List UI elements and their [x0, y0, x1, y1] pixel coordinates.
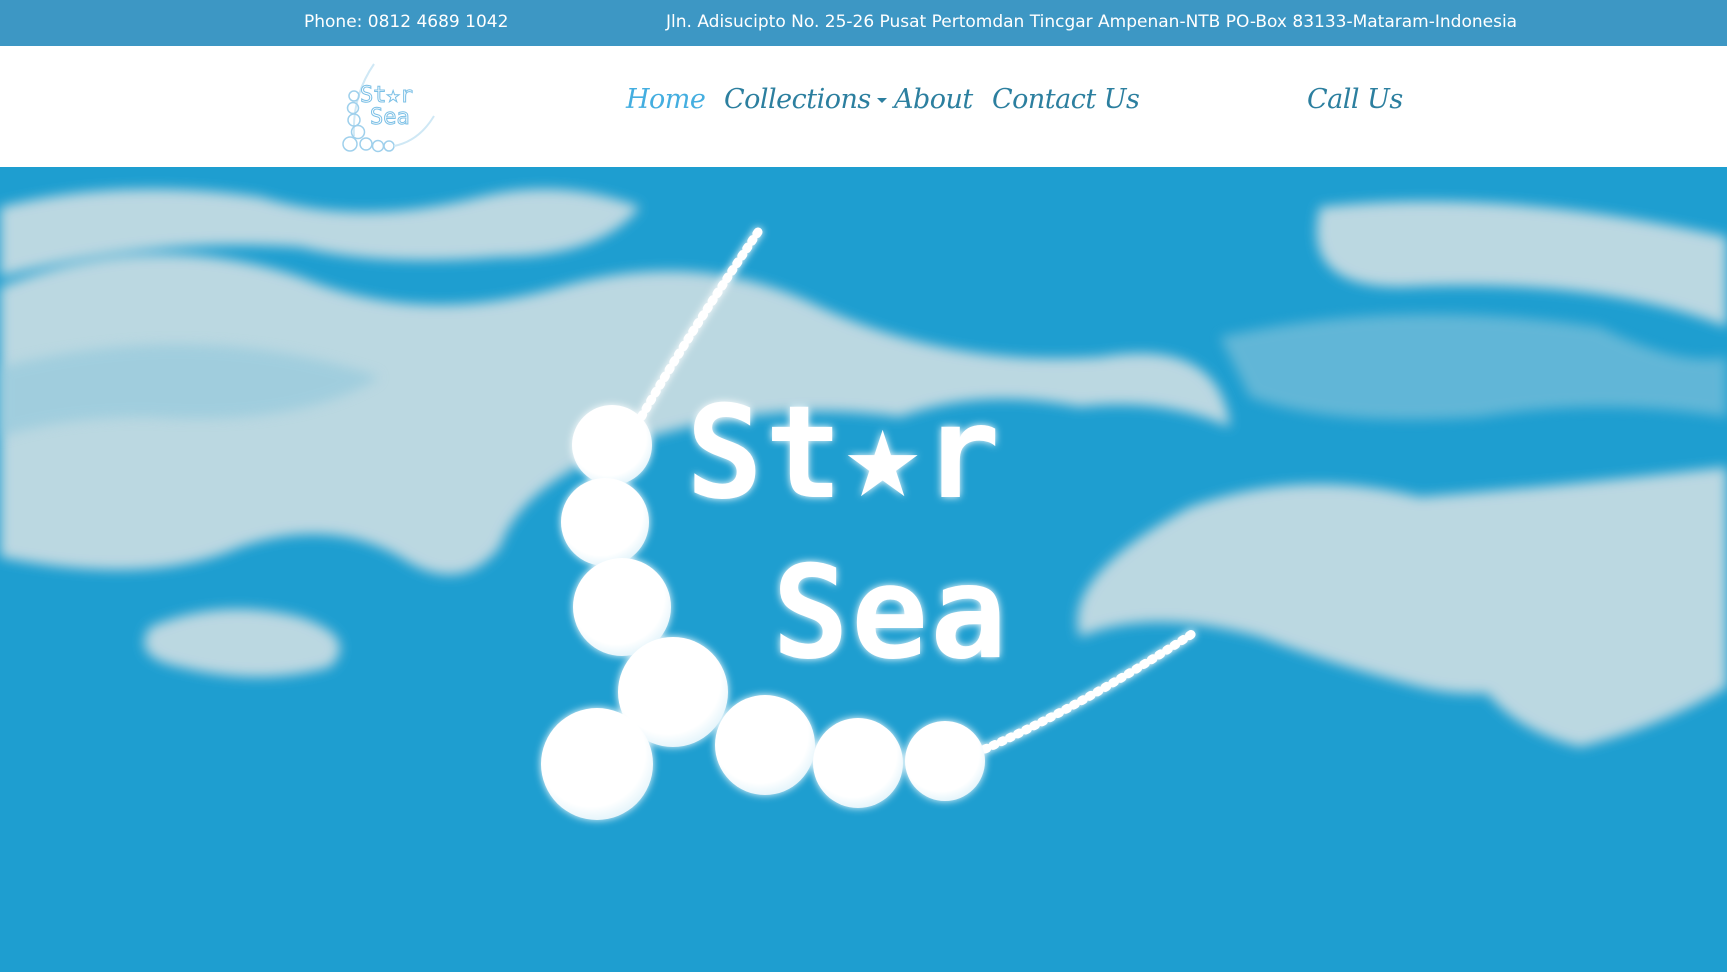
- nav-collections[interactable]: Collections: [724, 84, 887, 115]
- hero-title-line1: St★r: [686, 379, 1002, 528]
- nav-about[interactable]: About: [894, 84, 973, 115]
- nav-home-label: Home: [626, 84, 706, 115]
- address-text: Jln. Adisucipto No. 25-26 Pusat Pertomda…: [666, 12, 1518, 32]
- nav-about-label: About: [894, 84, 973, 115]
- site-logo[interactable]: St★r Sea: [334, 56, 444, 158]
- nav-contact[interactable]: Contact Us: [992, 84, 1140, 115]
- logo-text-line2: Sea: [370, 105, 410, 130]
- logo-image: St★r Sea: [342, 63, 435, 153]
- nav-collections-label: Collections: [724, 84, 871, 115]
- hero-banner: St★r Sea: [0, 167, 1727, 972]
- phone-text: Phone: 0812 4689 1042: [304, 12, 509, 32]
- main-navbar: St★r Sea Home Collections About Contact …: [0, 46, 1727, 167]
- hero-title-line2: Sea: [772, 539, 1009, 688]
- caret-down-icon: [876, 98, 887, 103]
- hero-image: St★r Sea: [0, 167, 1727, 972]
- nav-call-us[interactable]: Call Us: [1307, 84, 1403, 115]
- nav-contact-label: Contact Us: [992, 84, 1140, 115]
- top-info-bar: Phone: 0812 4689 1042 Jln. Adisucipto No…: [0, 0, 1727, 46]
- nav-home[interactable]: Home: [626, 84, 706, 115]
- nav-call-us-label: Call Us: [1307, 84, 1403, 115]
